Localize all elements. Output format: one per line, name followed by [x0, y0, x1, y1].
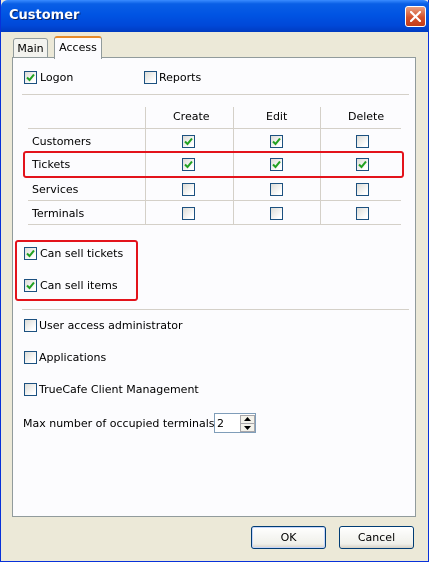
reports-checkbox[interactable]: [144, 71, 157, 84]
tickets-row-highlight: [23, 151, 404, 178]
grid-line: [28, 128, 401, 129]
spin-down-button[interactable]: [240, 423, 255, 432]
window-title: Customer: [9, 8, 80, 23]
tab-main-label: Main: [17, 42, 44, 55]
user-access-administrator-label: User access administrator: [39, 319, 183, 332]
customers-edit-checkbox[interactable]: [270, 135, 283, 148]
customer-dialog: Customer Main Access Logon Reports Creat…: [0, 0, 429, 562]
divider: [22, 309, 409, 310]
user-access-administrator-checkbox[interactable]: [24, 319, 37, 332]
reports-label: Reports: [159, 71, 202, 84]
row-label-services: Services: [32, 183, 79, 196]
applications-checkbox[interactable]: [24, 351, 37, 364]
cancel-button[interactable]: Cancel: [339, 526, 414, 549]
applications-label: Applications: [39, 351, 107, 364]
ok-button[interactable]: OK: [251, 526, 326, 549]
max-terminals-spinner: [214, 413, 256, 433]
grid-line: [28, 224, 401, 225]
divider: [22, 94, 409, 95]
checkmark-icon: [272, 137, 281, 146]
checkmark-icon: [184, 137, 193, 146]
arrow-up-icon: [244, 417, 251, 421]
row-label-terminals: Terminals: [32, 207, 85, 220]
truecafe-client-management-label: TrueCafe Client Management: [39, 383, 199, 396]
logon-checkbox[interactable]: [24, 71, 37, 84]
truecafe-client-management-checkbox[interactable]: [24, 383, 37, 396]
services-create-checkbox[interactable]: [182, 183, 195, 196]
title-bar[interactable]: Customer: [1, 0, 429, 32]
terminals-edit-checkbox[interactable]: [270, 207, 283, 220]
grid-line: [28, 200, 401, 201]
customers-delete-checkbox[interactable]: [356, 135, 369, 148]
terminals-delete-checkbox[interactable]: [356, 207, 369, 220]
customers-create-checkbox[interactable]: [182, 135, 195, 148]
close-button[interactable]: [405, 6, 426, 27]
checkmark-icon: [26, 73, 35, 82]
max-terminals-input[interactable]: [217, 416, 237, 430]
row-label-customers: Customers: [32, 135, 92, 148]
max-terminals-label: Max number of occupied terminals: [23, 417, 215, 430]
tab-access-label: Access: [59, 41, 97, 54]
terminals-create-checkbox[interactable]: [182, 207, 195, 220]
services-delete-checkbox[interactable]: [356, 183, 369, 196]
sell-options-highlight: [15, 240, 138, 301]
services-edit-checkbox[interactable]: [270, 183, 283, 196]
tab-access[interactable]: Access: [54, 36, 102, 59]
column-header-delete: Delete: [348, 110, 385, 123]
arrow-down-icon: [244, 426, 251, 430]
column-header-create: Create: [173, 110, 210, 123]
logon-label: Logon: [40, 71, 74, 84]
close-x-icon: [410, 11, 421, 22]
tab-main[interactable]: Main: [13, 38, 48, 58]
column-header-edit: Edit: [266, 110, 288, 123]
